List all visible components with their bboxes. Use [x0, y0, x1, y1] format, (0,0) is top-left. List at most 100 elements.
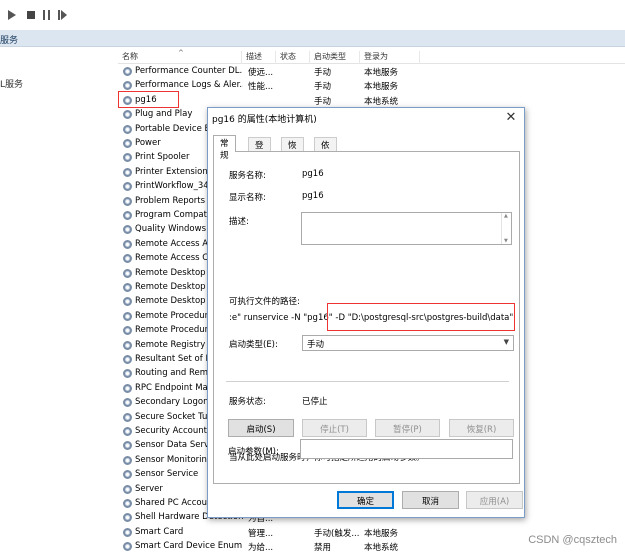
cancel-button[interactable]: 取消	[402, 491, 459, 509]
left-pane-label: L服务	[0, 80, 24, 90]
column-desc[interactable]: 描述	[242, 51, 276, 64]
service-gear-icon	[123, 470, 132, 480]
service-name-value: pg16	[302, 169, 324, 179]
service-gear-icon	[123, 67, 132, 76]
service-gear-icon	[123, 455, 132, 465]
pause-service-icon[interactable]	[43, 10, 50, 20]
service-row[interactable]: Performance Counter DL... 使远... 手动 本地服务	[118, 64, 625, 78]
tab-recovery[interactable]: 恢复	[281, 137, 304, 163]
column-desc-label: 描述	[246, 52, 262, 61]
description-label: 描述:	[229, 217, 249, 227]
service-gear-icon	[123, 211, 132, 220]
service-logon: 本地服务	[364, 68, 399, 78]
service-gear-icon	[123, 542, 132, 552]
restart-service-icon[interactable]	[58, 10, 68, 20]
service-gear-icon	[123, 110, 132, 120]
service-gear-icon	[123, 355, 132, 364]
service-gear-icon	[123, 139, 132, 148]
column-name-label: 名称	[122, 52, 138, 61]
service-desc: 管理...	[248, 528, 274, 539]
startup-type-value: 手动	[307, 340, 325, 350]
service-gear-icon	[123, 268, 132, 278]
tab-dependencies[interactable]: 依存关系	[314, 137, 337, 187]
service-gear-icon	[123, 196, 132, 206]
service-logon: 本地服务	[364, 82, 399, 93]
service-gear-icon	[123, 383, 132, 393]
service-logon: 本地服务	[364, 528, 399, 539]
column-headers: 名称 ^ 描述 状态 启动类型 登录为	[118, 47, 625, 64]
watermark: CSDN @cqsztech	[528, 534, 617, 546]
service-start-type: 手动(触发...	[314, 528, 360, 539]
column-status[interactable]: 状态	[276, 51, 310, 64]
service-gear-icon	[123, 369, 132, 379]
exe-path-label: 可执行文件的路径:	[229, 297, 300, 307]
pause-button[interactable]: 暂停(P)	[375, 419, 440, 437]
service-start-type: 禁用	[314, 543, 332, 554]
column-status-label: 状态	[280, 52, 296, 61]
service-gear-icon	[123, 297, 132, 307]
toolbar	[0, 0, 625, 30]
service-name: Smart Card Device Enum...	[135, 541, 243, 552]
service-status-label: 服务状态:	[229, 397, 266, 407]
service-gear-icon	[123, 311, 132, 321]
tab-general[interactable]: 常规	[213, 135, 236, 161]
service-gear-icon	[123, 326, 132, 336]
display-name-label: 显示名称:	[229, 193, 266, 203]
service-gear-icon	[123, 441, 132, 451]
apply-button[interactable]: 应用(A)	[466, 491, 523, 509]
tab-logon[interactable]: 登录	[248, 137, 271, 163]
column-logon[interactable]: 登录为	[360, 51, 420, 64]
display-name-value: pg16	[302, 191, 324, 201]
separator	[226, 381, 509, 382]
start-params-label: 启动参数(M):	[228, 447, 279, 457]
start-params-input[interactable]	[300, 439, 513, 459]
properties-dialog: pg16 的属性(本地计算机) ✕ 常规 登录 恢复 依存关系 服务名称: pg…	[207, 107, 525, 518]
chevron-down-icon: ▼	[503, 338, 509, 346]
description-box[interactable]	[301, 212, 512, 245]
exe-path-highlight	[327, 303, 515, 331]
startup-type-label: 启动类型(E):	[229, 340, 278, 350]
sort-up-icon: ^	[178, 49, 184, 57]
service-gear-icon	[123, 225, 132, 235]
startup-type-select[interactable]: 手动 ▼	[302, 335, 514, 351]
pg16-highlight	[118, 91, 179, 108]
stop-button[interactable]: 停止(T)	[302, 419, 367, 437]
service-desc: 使远...	[248, 68, 274, 78]
pane-header-title: 服务	[0, 36, 19, 46]
service-desc: 为给...	[248, 543, 274, 554]
service-gear-icon	[123, 254, 132, 264]
service-start-type: 手动	[314, 68, 332, 78]
service-gear-icon	[123, 513, 132, 523]
service-desc: 性能...	[248, 82, 274, 93]
dialog-title: pg16 的属性(本地计算机)	[212, 115, 317, 125]
service-gear-icon	[123, 153, 132, 163]
stop-service-icon[interactable]	[27, 11, 35, 19]
column-name[interactable]: 名称 ^	[118, 49, 242, 64]
service-gear-icon	[123, 484, 132, 494]
service-gear-icon	[123, 124, 132, 134]
service-gear-icon	[123, 427, 132, 436]
service-name: Performance Logs & Aler...	[135, 80, 243, 91]
service-name: Smart Card	[135, 526, 184, 537]
column-start-type[interactable]: 启动类型	[310, 51, 360, 64]
service-name-label: 服务名称:	[229, 171, 266, 181]
service-gear-icon	[123, 182, 132, 192]
ok-button[interactable]: 确定	[337, 491, 394, 509]
service-row[interactable]: Performance Logs & Aler... 性能... 手动 本地服务	[118, 78, 625, 92]
service-gear-icon	[123, 499, 132, 508]
service-gear-icon	[123, 81, 132, 91]
column-start-type-label: 启动类型	[314, 52, 346, 61]
service-gear-icon	[123, 412, 132, 422]
description-scrollbar[interactable]	[501, 213, 511, 244]
resume-button[interactable]: 恢复(R)	[449, 419, 514, 437]
start-service-icon[interactable]	[8, 10, 16, 20]
column-logon-label: 登录为	[364, 52, 388, 61]
service-gear-icon	[123, 239, 132, 249]
start-button[interactable]: 启动(S)	[228, 419, 294, 437]
service-name: Performance Counter DL...	[135, 66, 243, 76]
service-gear-icon	[123, 283, 132, 292]
close-icon[interactable]: ✕	[504, 110, 518, 125]
service-logon: 本地系统	[364, 543, 399, 554]
service-row[interactable]: pg16 手动 本地系统	[118, 93, 625, 107]
service-gear-icon	[123, 398, 132, 408]
